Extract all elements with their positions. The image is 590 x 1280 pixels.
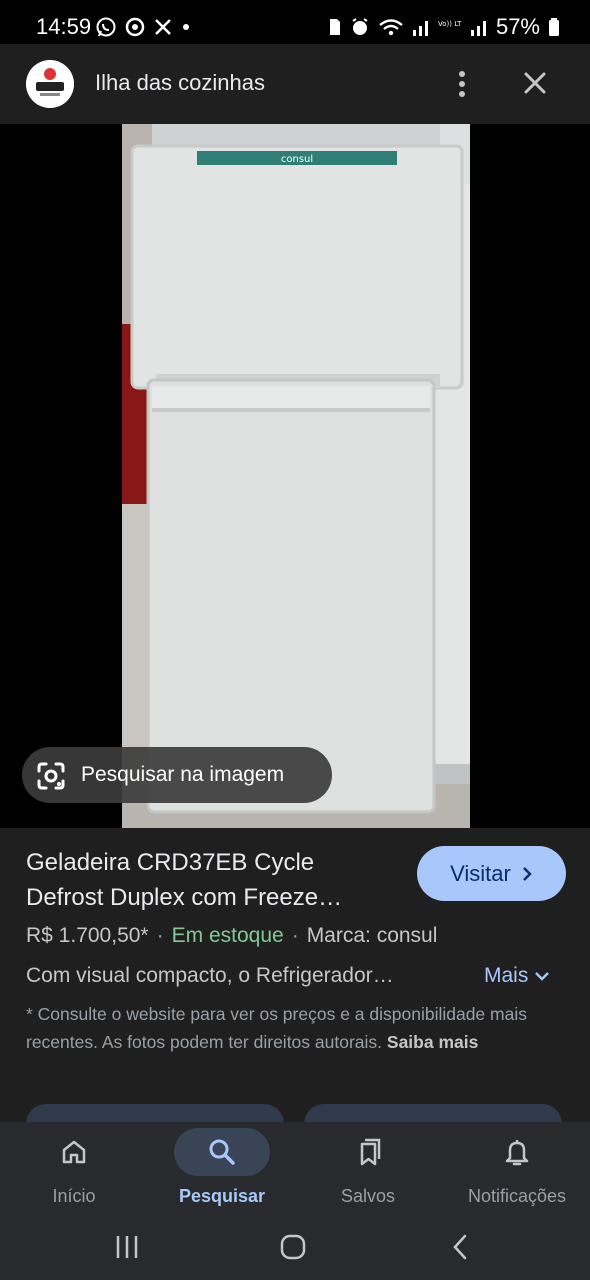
nav-saved-icon-wrap	[320, 1128, 416, 1176]
battery-icon	[549, 18, 559, 36]
site-name: Ilha das cozinhas	[95, 70, 265, 95]
chevron-right-icon	[523, 866, 532, 881]
battery-percent: 57%	[495, 14, 540, 39]
chevron-down-icon	[535, 972, 550, 981]
nav-search-label: Pesquisar	[178, 1186, 266, 1206]
system-status-icons: Vo)) LTE2 57%	[328, 14, 560, 40]
network-lte-label: Vo)) LTE2	[438, 20, 462, 28]
google-lens-icon	[37, 762, 65, 790]
product-title[interactable]: Geladeira CRD37EB Cycle Defrost Duplex c…	[26, 845, 396, 915]
status-time: 14:59	[36, 14, 92, 39]
nav-notifications[interactable]: Notificações	[460, 1122, 574, 1216]
notification-icons	[95, 16, 191, 38]
search-in-image-label: Pesquisar na imagem	[81, 763, 285, 786]
bookmarks-icon	[360, 1138, 381, 1166]
wifi-icon	[379, 19, 403, 36]
image-viewer: consul Pesquisar na imagem	[0, 124, 590, 828]
bottom-navigation: Início Pesquisar Salvos Notificações	[0, 1122, 590, 1216]
home-icon	[62, 1140, 86, 1164]
screen: 14:59 Vo)) LT 57% Ilha das cozinhas cons…	[0, 0, 590, 1280]
product-meta: R$ 1.700,50* · Em estoque · Marca: consul	[26, 924, 437, 948]
price: R$ 1.700,50*	[26, 924, 149, 947]
product-photo[interactable]: consul	[122, 124, 470, 828]
separator-dot: ·	[156, 924, 164, 947]
nav-saved-label: Salvos	[340, 1186, 396, 1206]
search-icon	[209, 1139, 235, 1165]
x-icon	[155, 19, 171, 35]
separator-dot: ·	[291, 924, 299, 947]
price-disclaimer: * Consulte o website para ver os preços …	[26, 1000, 566, 1056]
network-lte-icon: Vo)) LTE2	[438, 20, 462, 28]
site-logo-image	[26, 60, 74, 108]
alarm-icon	[352, 18, 368, 35]
recent-apps-icon[interactable]	[112, 1232, 142, 1262]
dot-icon	[183, 24, 189, 30]
stock-status: Em estoque	[171, 924, 284, 947]
nav-home-icon-wrap	[26, 1128, 122, 1176]
nav-search[interactable]: Pesquisar	[172, 1122, 272, 1216]
nav-notifications-icon-wrap	[469, 1128, 565, 1176]
system-navigation-bar	[0, 1216, 590, 1280]
nav-notifications-label: Notificações	[467, 1186, 567, 1206]
search-in-image-button[interactable]: Pesquisar na imagem	[22, 747, 332, 803]
site-header: Ilha das cozinhas	[0, 44, 590, 124]
whatsapp-icon	[96, 17, 116, 37]
nav-home[interactable]: Início	[26, 1122, 122, 1216]
signal-icon-2	[470, 21, 486, 36]
close-icon	[524, 72, 546, 94]
fridge-brand-label: consul	[281, 154, 313, 165]
visit-label: Visitar	[450, 860, 511, 886]
more-options-button[interactable]	[444, 64, 480, 104]
learn-more-link[interactable]: Saiba mais	[387, 1032, 478, 1052]
product-description: Com visual compacto, o Refrigerador…	[26, 964, 394, 987]
brand: Marca: consul	[306, 924, 438, 947]
back-icon[interactable]	[446, 1232, 476, 1262]
nav-saved[interactable]: Salvos	[320, 1122, 416, 1216]
nav-home-label: Início	[52, 1186, 96, 1206]
site-logo[interactable]	[26, 60, 74, 108]
nav-search-icon-wrap	[174, 1128, 270, 1176]
visit-button[interactable]: Visitar	[417, 846, 566, 901]
chrome-icon	[125, 17, 145, 37]
close-button[interactable]	[514, 64, 556, 104]
home-button-icon[interactable]	[278, 1232, 308, 1262]
bell-icon	[505, 1140, 529, 1166]
signal-icon	[412, 21, 428, 36]
more-button[interactable]: Mais	[484, 964, 550, 988]
more-label: Mais	[484, 964, 529, 987]
product-info-panel: Geladeira CRD37EB Cycle Defrost Duplex c…	[0, 828, 590, 1144]
more-vert-icon	[459, 71, 465, 97]
sim-icon	[329, 19, 340, 35]
